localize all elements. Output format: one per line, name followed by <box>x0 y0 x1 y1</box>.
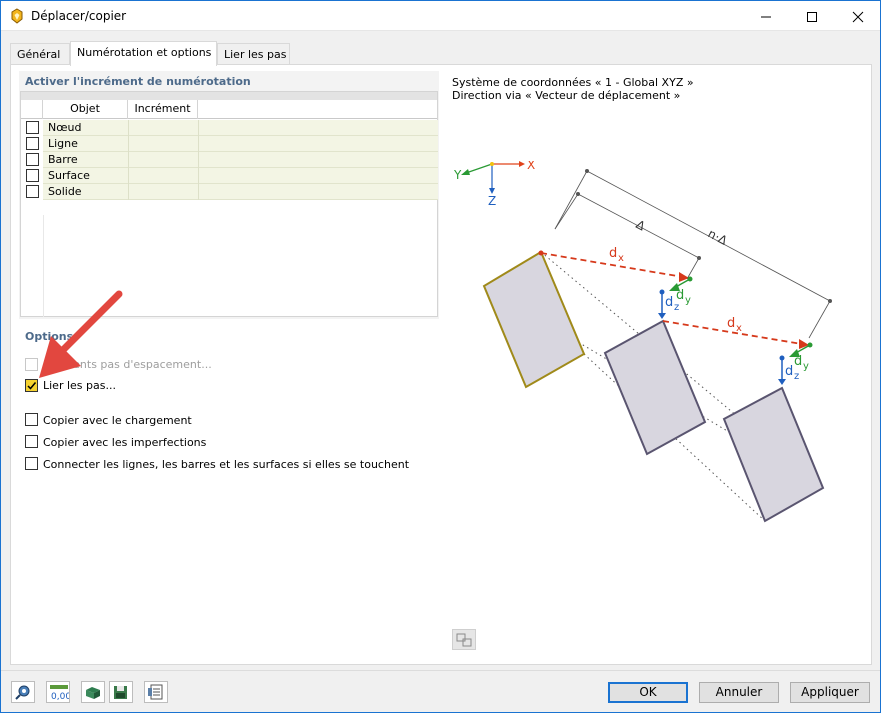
svg-text:0,00: 0,00 <box>51 692 69 700</box>
z-axis-label: Z <box>488 194 496 208</box>
y-axis-label: Y <box>453 168 462 182</box>
coord-system-text: Système de coordonnées « 1 - Global XYZ … <box>452 76 694 89</box>
copy-with-imperfections-label: Copier avec les imperfections <box>43 436 207 449</box>
window-title: Déplacer/copier <box>31 9 127 23</box>
table-row[interactable]: Surface <box>21 168 438 184</box>
connect-touching-label: Connecter les lignes, les barres et les … <box>43 458 410 471</box>
help-button[interactable] <box>11 681 35 703</box>
copy-with-loading-label: Copier avec le chargement <box>43 414 192 427</box>
copy-with-imperfections-checkbox[interactable] <box>25 435 38 448</box>
close-button[interactable] <box>835 1 881 31</box>
table-row[interactable]: Barre <box>21 152 438 168</box>
dimension-lines <box>554 170 831 339</box>
header-increment: Incrément <box>128 100 198 119</box>
app-icon <box>11 8 23 24</box>
tab-general-label: Général <box>17 48 61 61</box>
numbering-group-title: Activer l'incrément de numérotation <box>25 75 251 88</box>
axis-triad: X Y Z <box>453 161 535 208</box>
copy-element-1 <box>603 319 707 456</box>
table-row[interactable]: Nœud <box>21 120 438 136</box>
connect-touching-checkbox[interactable] <box>25 457 38 470</box>
svg-text:z: z <box>674 302 679 313</box>
svg-text:z: z <box>794 371 799 382</box>
bottom-bar: 0,00 OK Annuler Appliquer <box>1 670 880 712</box>
minimize-button[interactable] <box>743 1 789 31</box>
tab-link-steps[interactable]: Lier les pas <box>217 43 290 65</box>
units-button[interactable]: 0,00 <box>46 681 70 703</box>
save-settings-button[interactable] <box>109 681 133 703</box>
n-delta-label: n·Δ <box>706 226 731 248</box>
row-object-name: Ligne <box>48 137 78 150</box>
row-checkbox[interactable] <box>26 121 39 134</box>
search-help-icon <box>15 685 30 700</box>
load-settings-button[interactable] <box>81 681 105 703</box>
svg-text:d: d <box>794 354 802 369</box>
minimize-icon <box>761 16 771 18</box>
x-axis-label: X <box>527 161 535 172</box>
table-header: Objet Incrément <box>21 100 437 119</box>
header-object: Objet <box>43 100 128 119</box>
displacement-diagram: X Y Z Δ n·Δ d x d x d y d y d z d z <box>453 161 832 523</box>
copy-with-loading-checkbox[interactable] <box>25 413 38 426</box>
dx-arrow-1: d x <box>538 246 689 282</box>
numbering-table: Objet Incrément Nœud Ligne Barre Surface… <box>20 91 438 317</box>
tab-numbering-options[interactable]: Numérotation et options <box>70 41 217 66</box>
decimal-units-icon: 0,00 <box>50 685 69 700</box>
dx-arrow-2: d x <box>662 316 809 349</box>
folder-load-icon <box>86 687 100 699</box>
svg-text:y: y <box>803 361 809 372</box>
row-checkbox[interactable] <box>26 153 39 166</box>
svg-text:d: d <box>785 364 793 379</box>
row-checkbox[interactable] <box>26 169 39 182</box>
svg-text:y: y <box>685 295 691 306</box>
table-row[interactable]: Solide <box>21 184 438 200</box>
close-icon <box>852 11 864 23</box>
tab-numbering-options-label: Numérotation et options <box>77 46 212 59</box>
svg-text:d: d <box>609 246 617 261</box>
svg-text:d: d <box>676 288 684 303</box>
row-object-name: Surface <box>48 169 90 182</box>
title-bar: Déplacer/copier <box>1 1 880 31</box>
table-row[interactable]: Ligne <box>21 136 438 152</box>
row-checkbox[interactable] <box>26 137 39 150</box>
table-export-icon <box>148 684 163 700</box>
preview-swap-icon <box>456 633 472 647</box>
header-check-col <box>21 100 43 119</box>
table-export-button[interactable] <box>144 681 168 703</box>
dialog-window: Déplacer/copier Général Numérotation et … <box>0 0 881 713</box>
maximize-button[interactable] <box>789 1 835 31</box>
row-object-name: Solide <box>48 185 82 198</box>
original-element <box>482 250 586 389</box>
svg-text:x: x <box>736 323 742 334</box>
row-object-name: Barre <box>48 153 78 166</box>
apply-button[interactable]: Appliquer <box>790 682 870 703</box>
row-checkbox[interactable] <box>26 185 39 198</box>
maximize-icon <box>807 12 817 22</box>
annotation-arrow <box>39 290 123 378</box>
delta-label: Δ <box>634 217 649 234</box>
tab-general[interactable]: Général <box>10 43 70 65</box>
table-top-strip <box>21 92 437 100</box>
save-icon <box>114 686 127 699</box>
cancel-button[interactable]: Annuler <box>699 682 779 703</box>
ok-button[interactable]: OK <box>608 682 688 703</box>
preview-settings-button[interactable] <box>452 629 476 650</box>
svg-text:d: d <box>665 295 673 310</box>
svg-text:x: x <box>618 253 624 264</box>
direction-text: Direction via « Vecteur de déplacement » <box>452 89 681 102</box>
copy-element-2 <box>722 386 825 523</box>
svg-text:d: d <box>727 316 735 331</box>
tab-link-steps-label: Lier les pas <box>224 48 287 61</box>
row-object-name: Nœud <box>48 121 82 134</box>
